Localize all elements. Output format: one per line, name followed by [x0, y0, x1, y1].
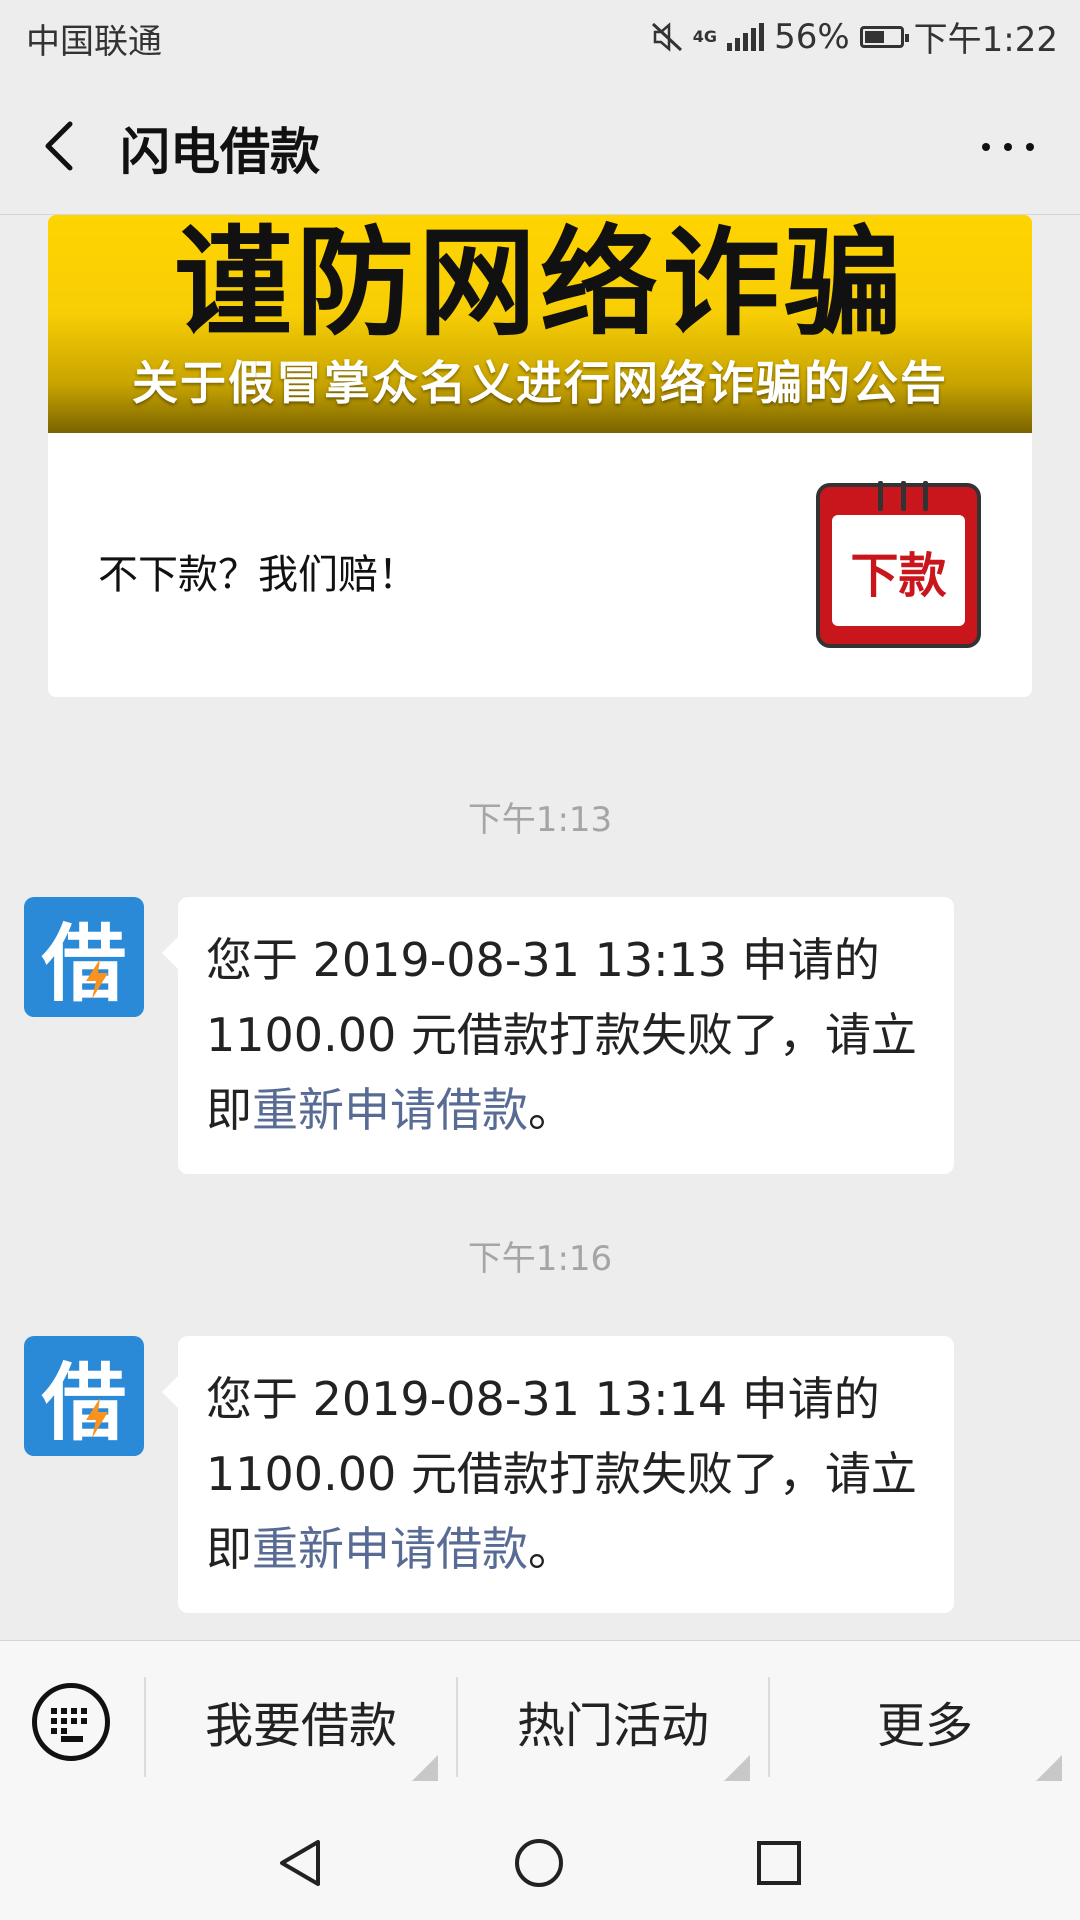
signal-icon: [727, 22, 765, 51]
network-type: 4G: [692, 26, 718, 46]
status-indicators: 4G 56% 下午1:22: [651, 12, 1058, 61]
avatar-label: 借: [41, 1353, 126, 1452]
back-arrow-icon[interactable]: [38, 118, 84, 174]
menu-more[interactable]: 更多: [770, 1671, 1080, 1781]
reapply-loan-link[interactable]: 重新申请借款: [252, 1083, 528, 1137]
card-text: 不下款？我们赔！: [98, 552, 418, 598]
keyboard-icon[interactable]: [32, 1683, 110, 1761]
message-timestamp: 下午1:16: [467, 1239, 613, 1279]
calendar-rings-icon: [878, 481, 928, 511]
thumb-label: 下款: [832, 515, 965, 626]
triangle-back-icon[interactable]: [274, 1836, 328, 1890]
message-timestamp: 下午1:13: [467, 800, 613, 840]
status-bar: 中国联通 4G 56% 下午1:22: [0, 0, 1080, 76]
avatar[interactable]: 借: [24, 897, 144, 1017]
message-bubble: 您于 2019-08-31 13:14 申请的 1100.00 元借款打款失败了…: [162, 1336, 954, 1613]
mute-icon: [651, 21, 682, 52]
message-bubble: 您于 2019-08-31 13:13 申请的 1100.00 元借款打款失败了…: [162, 897, 954, 1174]
bottom-menu-bar: 我要借款 热门活动 更多: [0, 1640, 1080, 1807]
battery-icon: [859, 25, 909, 48]
carrier-name: 中国联通: [26, 22, 162, 62]
circle-home-icon[interactable]: [512, 1836, 566, 1890]
lightning-icon: [86, 959, 108, 999]
message-text-end: 。: [528, 1522, 574, 1576]
article-card[interactable]: 谨防网络诈骗 关于假冒掌众名义进行网络诈骗的公告 不下款？我们赔！ 下款: [48, 215, 1032, 697]
avatar[interactable]: 借: [24, 1336, 144, 1456]
page-title: 闪电借款: [120, 123, 320, 181]
avatar-label: 借: [41, 914, 126, 1013]
nav-bar: 闪电借款: [0, 76, 1080, 215]
battery-percent: 56%: [774, 16, 850, 57]
menu-hot-activities[interactable]: 热门活动: [458, 1671, 768, 1781]
lightning-icon: [86, 1398, 108, 1438]
fraud-warning-banner: 谨防网络诈骗 关于假冒掌众名义进行网络诈骗的公告: [48, 215, 1032, 433]
menu-borrow[interactable]: 我要借款: [146, 1671, 456, 1781]
system-nav-bar: [0, 1806, 1080, 1920]
status-time: 下午1:22: [913, 20, 1058, 60]
reapply-loan-link[interactable]: 重新申请借款: [252, 1522, 528, 1576]
message-text-end: 。: [528, 1083, 574, 1137]
banner-title: 谨防网络诈骗: [173, 215, 906, 352]
card-thumbnail: 下款: [816, 481, 981, 648]
square-recent-icon[interactable]: [752, 1836, 806, 1890]
more-dots-icon[interactable]: [978, 132, 1038, 162]
banner-subtitle: 关于假冒掌众名义进行网络诈骗的公告: [132, 356, 948, 410]
